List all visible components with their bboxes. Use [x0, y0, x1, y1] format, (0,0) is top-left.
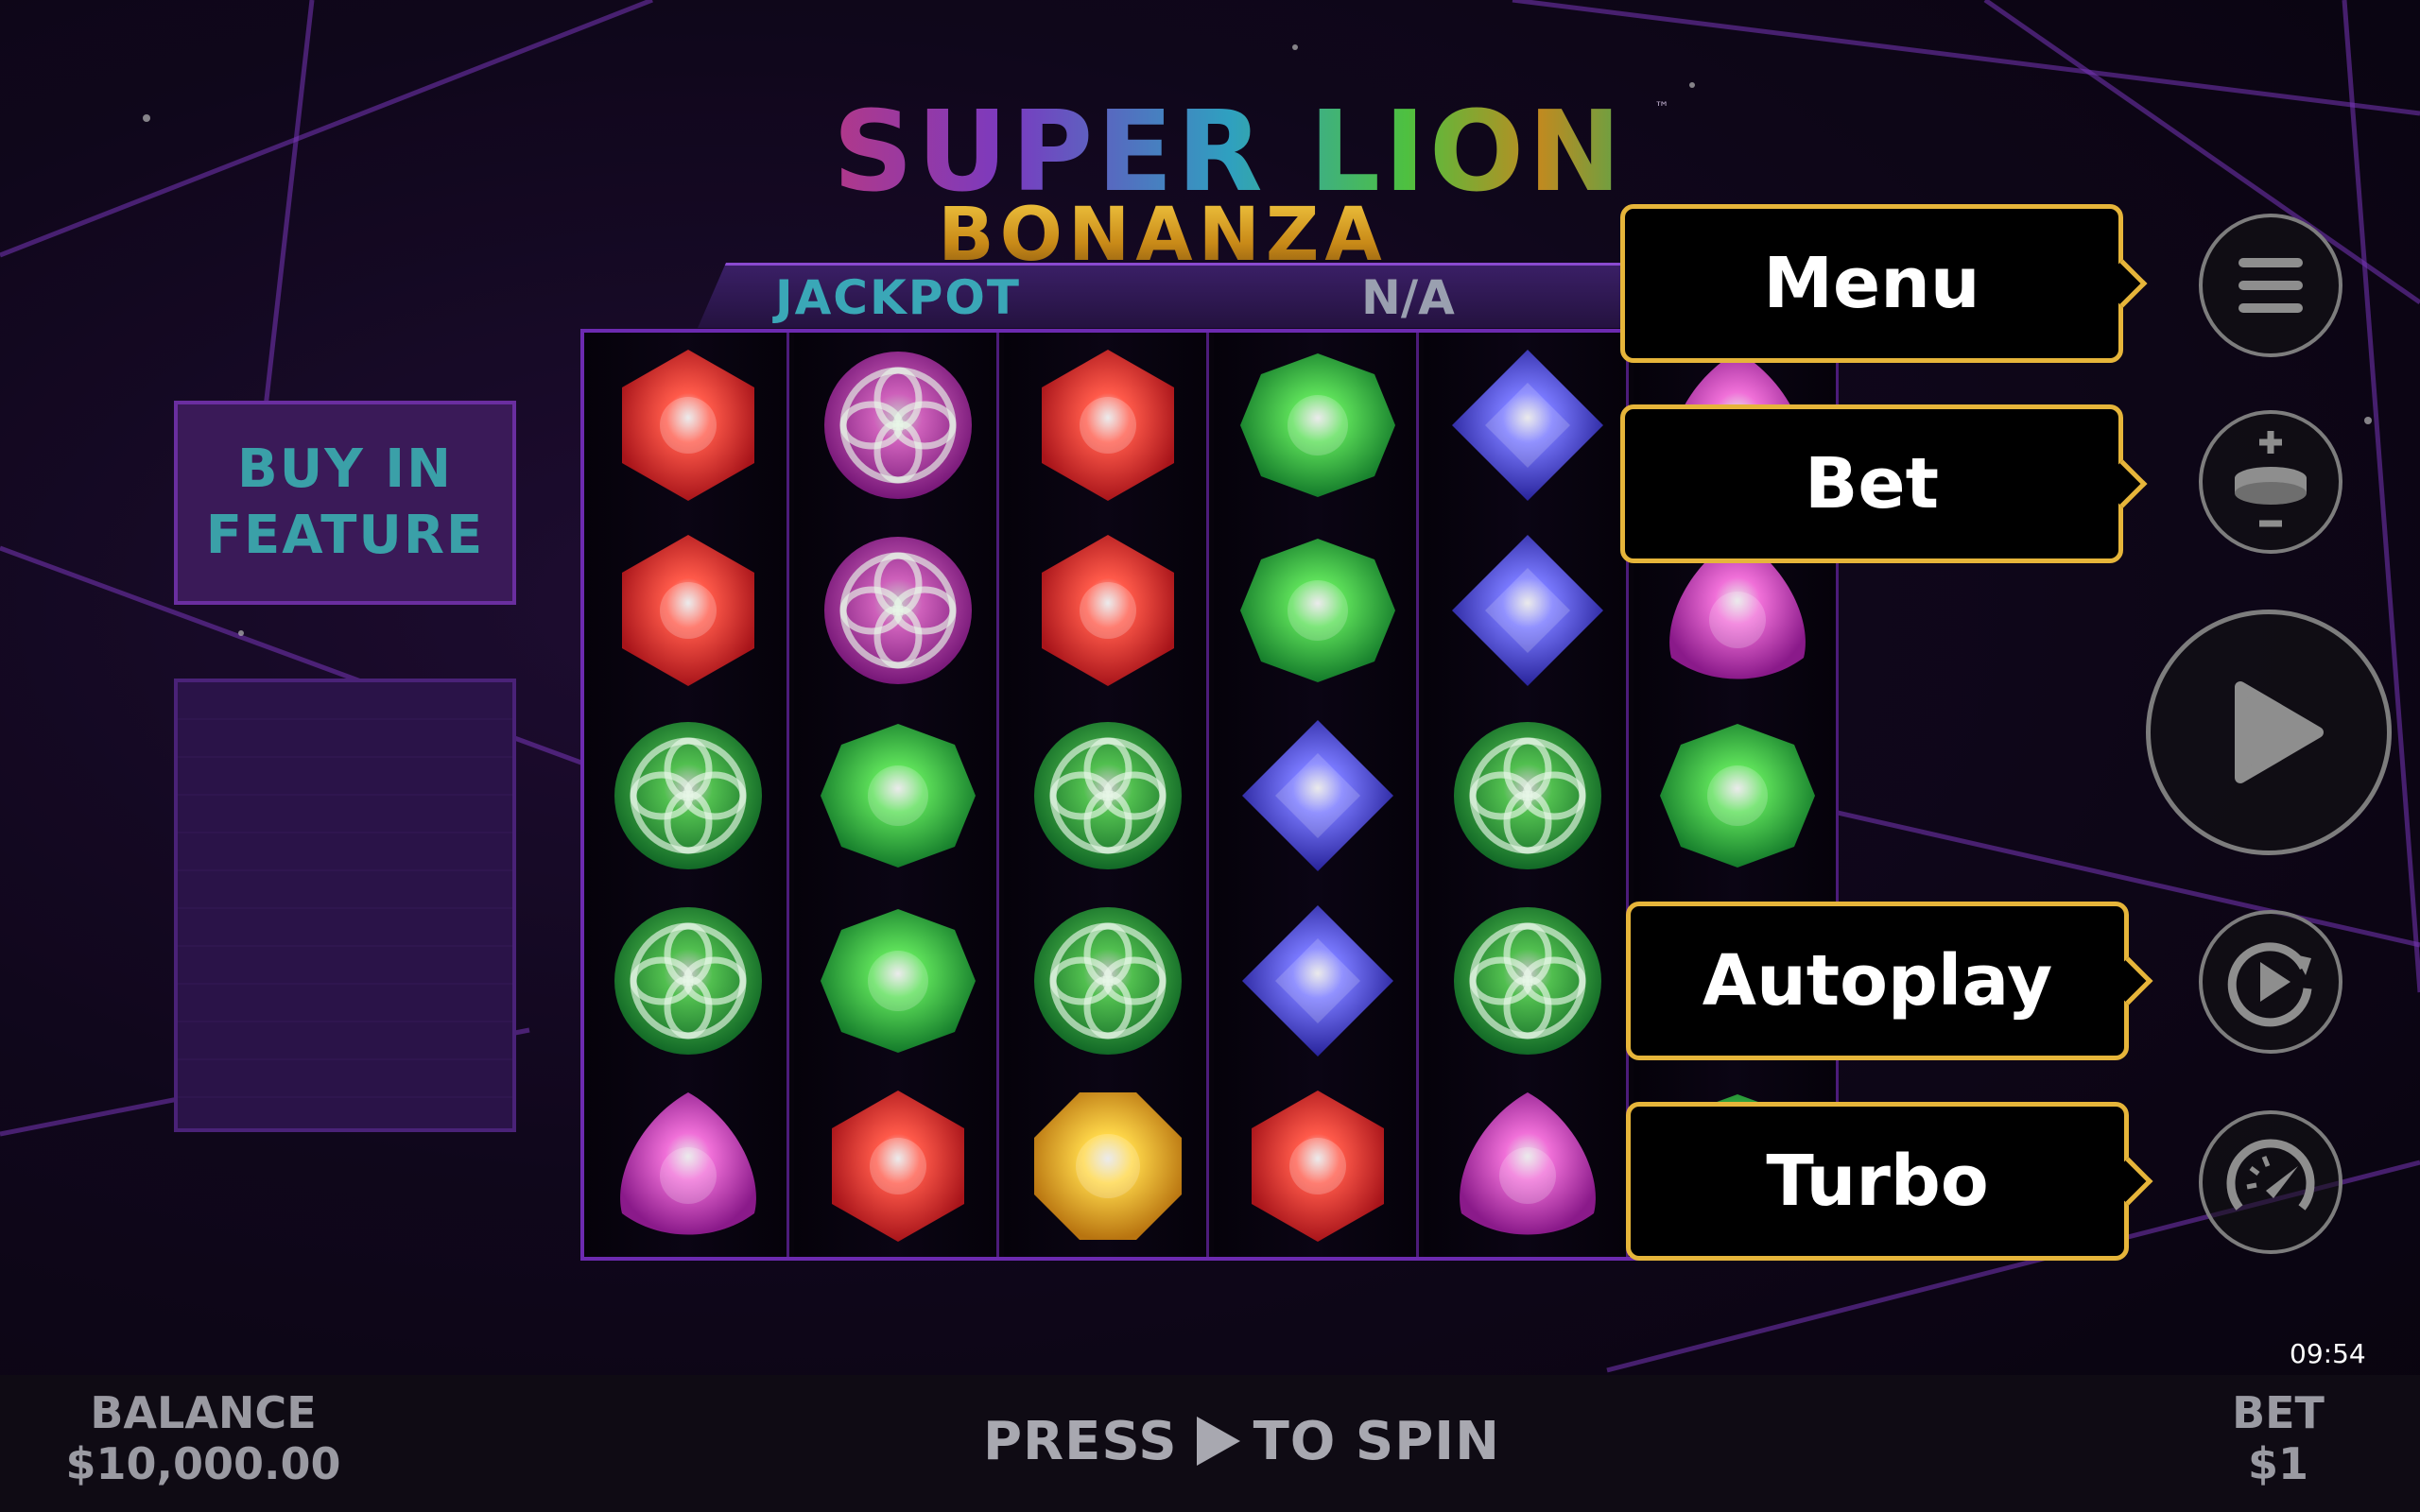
- green-knot-symbol: [1454, 722, 1601, 869]
- red-gem-symbol: [1252, 1091, 1384, 1242]
- jackpot-value: N/A: [1361, 270, 1455, 325]
- press-label: PRESS: [983, 1410, 1178, 1472]
- bet-label: BET: [2232, 1387, 2325, 1438]
- turbo-tooltip-label: Turbo: [1766, 1141, 1989, 1222]
- bet-tooltip: Bet: [1620, 404, 2123, 563]
- blue-gem-symbol: [1452, 350, 1603, 501]
- buy-feature-line2: FEATURE: [205, 505, 485, 566]
- blue-gem-symbol: [1452, 535, 1603, 686]
- autoplay-tooltip-label: Autoplay: [1702, 940, 2053, 1022]
- autoplay-icon: [2227, 942, 2312, 1027]
- turbo-button[interactable]: [2199, 1110, 2342, 1254]
- green-knot-symbol: [1034, 907, 1182, 1055]
- speedometer-icon: [2226, 1139, 2315, 1211]
- bet-value: $1: [2247, 1438, 2308, 1489]
- green-gem-symbol: [1240, 539, 1395, 682]
- spin-button[interactable]: [2146, 610, 2392, 855]
- jackpot-label: JACKPOT: [775, 270, 1021, 325]
- balance-value: $10,000.00: [65, 1438, 341, 1489]
- press-to-spin: PRESS TO SPIN: [983, 1408, 1500, 1474]
- buy-feature-button[interactable]: BUY IN FEATURE: [174, 401, 516, 605]
- autoplay-button[interactable]: [2199, 910, 2342, 1054]
- pink-gem-symbol: [620, 1092, 756, 1235]
- green-gem-symbol: [821, 909, 976, 1053]
- pink-knot-symbol: [824, 537, 972, 684]
- balance-label: BALANCE: [90, 1387, 317, 1438]
- red-gem-symbol: [1042, 350, 1174, 501]
- blue-gem-symbol: [1242, 905, 1393, 1057]
- buy-feature-line1: BUY IN: [237, 438, 453, 500]
- green-gem-symbol: [821, 724, 976, 868]
- red-gem-symbol: [832, 1091, 964, 1242]
- buy-feature-label: BUY IN FEATURE: [206, 437, 485, 569]
- autoplay-tooltip: Autoplay: [1626, 902, 2129, 1060]
- clock: 09:54: [2290, 1338, 2366, 1369]
- green-gem-symbol: [1240, 353, 1395, 497]
- play-icon: [2235, 681, 2324, 783]
- pink-knot-symbol: [824, 352, 972, 499]
- game-logo: SUPER LION BONANZA: [785, 94, 1673, 274]
- coin-plus-minus-icon: [2235, 431, 2307, 527]
- pink-gem-symbol: [1460, 1092, 1596, 1235]
- green-knot-symbol: [1454, 907, 1601, 1055]
- red-gem-symbol: [622, 350, 754, 501]
- side-panel: [174, 679, 516, 1132]
- turbo-tooltip: Turbo: [1626, 1102, 2129, 1261]
- bet-button[interactable]: [2199, 410, 2342, 554]
- red-gem-symbol: [1042, 535, 1174, 686]
- bet-tooltip-label: Bet: [1805, 443, 1939, 524]
- play-small-icon: [1196, 1417, 1240, 1466]
- green-gem-symbol: [1660, 724, 1815, 868]
- hamburger-icon: [2238, 258, 2303, 313]
- yellow-gem-symbol: [1034, 1092, 1182, 1240]
- menu-tooltip: Menu: [1620, 204, 2123, 363]
- logo-title: SUPER LION: [785, 94, 1673, 208]
- green-knot-symbol: [614, 722, 762, 869]
- blue-gem-symbol: [1242, 720, 1393, 871]
- to-spin-label: TO SPIN: [1253, 1410, 1500, 1472]
- menu-tooltip-label: Menu: [1763, 243, 1980, 324]
- logo-subtitle: BONANZA: [917, 197, 1409, 274]
- green-knot-symbol: [1034, 722, 1182, 869]
- green-knot-symbol: [614, 907, 762, 1055]
- red-gem-symbol: [622, 535, 754, 686]
- trademark: ™: [1654, 98, 1669, 116]
- menu-button[interactable]: [2199, 214, 2342, 357]
